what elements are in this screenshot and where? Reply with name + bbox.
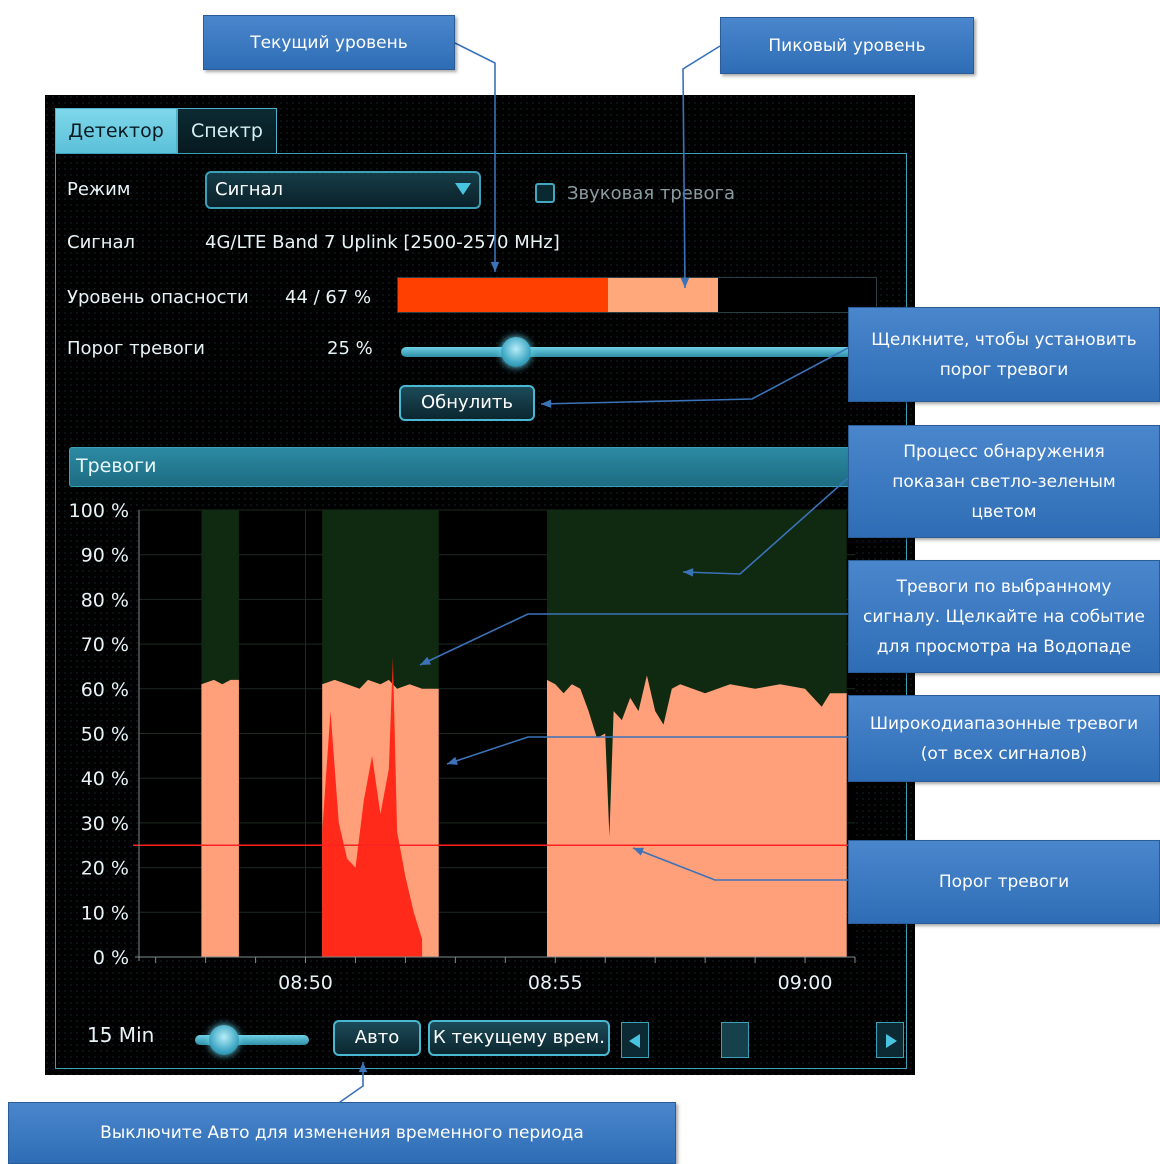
y-tick-label: 20 % bbox=[81, 858, 129, 880]
y-tick-label: 100 % bbox=[69, 500, 129, 522]
x-tick-label: 09:00 bbox=[778, 972, 833, 994]
y-tick-label: 80 % bbox=[81, 589, 129, 611]
y-tick-label: 0 % bbox=[93, 947, 129, 969]
y-tick-label: 10 % bbox=[81, 902, 129, 924]
y-tick-label: 90 % bbox=[81, 545, 129, 567]
callout-threshold: Порог тревоги bbox=[848, 840, 1160, 924]
time-window-label: 15 Min bbox=[87, 1023, 155, 1047]
x-tick-label: 08:55 bbox=[528, 972, 583, 994]
y-tick-label: 70 % bbox=[81, 634, 129, 656]
auto-button[interactable]: Авто bbox=[333, 1020, 421, 1056]
go-to-now-button[interactable]: К текущему врем. bbox=[428, 1020, 610, 1056]
time-window-slider[interactable] bbox=[195, 1025, 309, 1055]
y-tick-label: 40 % bbox=[81, 768, 129, 790]
callout-detection: Процесс обнаружения показан светло-зелен… bbox=[848, 425, 1160, 538]
alarms-chart[interactable]: 100 % 90 % 80 % 70 % 60 % 50 % 40 % 30 % 20 % 10 … bbox=[45, 95, 915, 1005]
y-tick-label: 50 % bbox=[81, 724, 129, 746]
callout-current-level: Текущий уровень bbox=[203, 15, 455, 70]
scroll-left-icon[interactable] bbox=[621, 1022, 649, 1058]
scroll-right-icon[interactable] bbox=[876, 1022, 904, 1058]
callout-wideband-alarms: Широкодиапазонные тревоги (от всех сигна… bbox=[848, 695, 1160, 782]
callout-auto: Выключите Авто для изменения временного … bbox=[8, 1102, 676, 1164]
callout-set-threshold: Щелкните, чтобы установить порог тревоги bbox=[848, 307, 1160, 402]
y-tick-label: 60 % bbox=[81, 679, 129, 701]
x-tick-label: 08:50 bbox=[278, 972, 333, 994]
y-tick-label: 30 % bbox=[81, 813, 129, 835]
callout-peak-level: Пиковый уровень bbox=[720, 17, 974, 74]
time-window-slider-handle[interactable] bbox=[208, 1025, 239, 1055]
callout-signal-alarms: Тревоги по выбранному сигналу. Щелкайте … bbox=[848, 560, 1160, 673]
rf-detector-app: Детектор Спектр Режим Сигнал Звуковая тр… bbox=[45, 95, 915, 1075]
timeline-scroll-thumb[interactable] bbox=[721, 1022, 749, 1058]
